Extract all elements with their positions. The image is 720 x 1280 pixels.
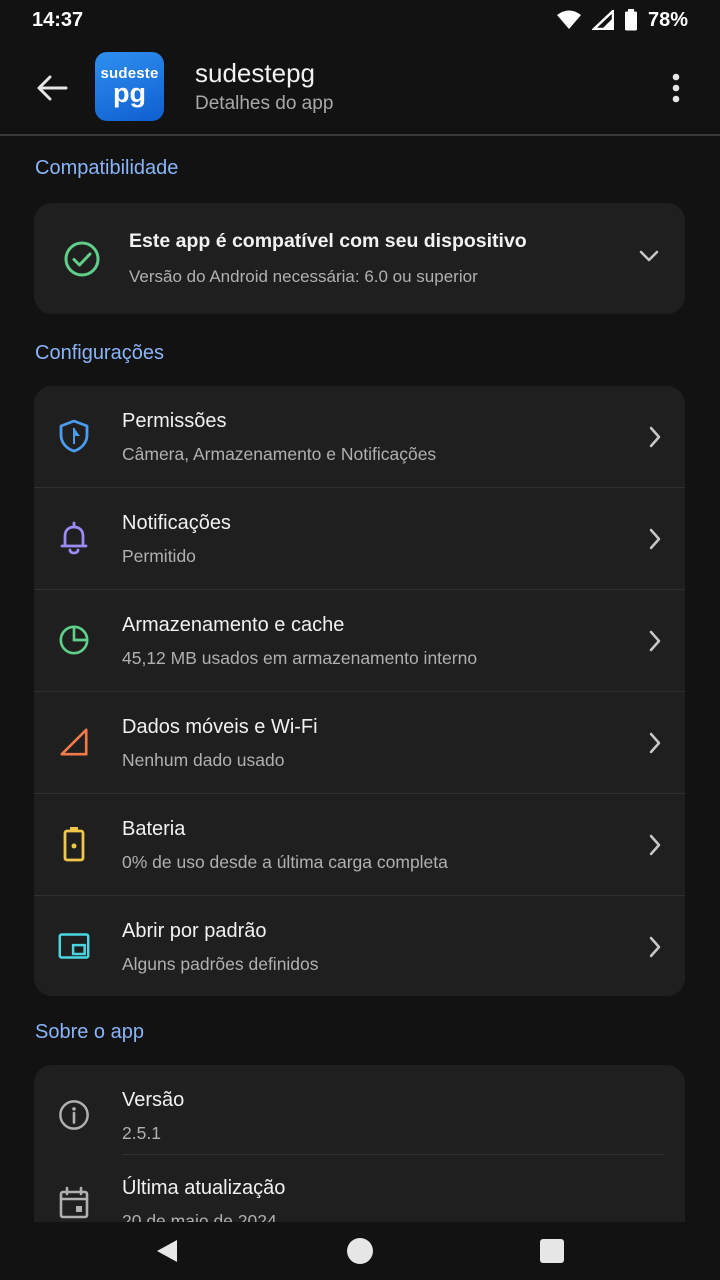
shield-icon xyxy=(58,419,90,453)
battery-percent: 78% xyxy=(647,8,688,31)
battery-status-icon xyxy=(624,9,637,31)
status-time: 14:37 xyxy=(32,8,84,31)
chevron-right-icon xyxy=(649,936,661,958)
chevron-down-icon[interactable] xyxy=(638,249,660,263)
storage-title: Armazenamento e cache xyxy=(122,614,345,636)
battery-subtitle: 0% de uso desde a última carga completa xyxy=(122,852,448,872)
last-update-title: Última atualização xyxy=(122,1177,286,1199)
settings-row-data[interactable]: Dados móveis e Wi-Fi Nenhum dado usado xyxy=(34,692,685,794)
notifications-title: Notificações xyxy=(122,512,231,534)
battery-title: Bateria xyxy=(122,818,186,840)
arrow-back-icon xyxy=(37,75,68,101)
nav-home-button[interactable] xyxy=(347,1238,373,1264)
storage-pie-icon xyxy=(58,623,90,657)
section-title-about: Sobre o app xyxy=(35,1021,144,1043)
check-circle-icon xyxy=(64,241,100,277)
navigation-bar xyxy=(0,1222,720,1280)
version-value: 2.5.1 xyxy=(122,1123,161,1143)
permissions-title: Permissões xyxy=(122,410,227,432)
notifications-subtitle: Permitido xyxy=(122,546,196,566)
back-button[interactable] xyxy=(30,66,74,110)
compat-title: Este app é compatível com seu dispositiv… xyxy=(129,230,527,252)
chevron-right-icon xyxy=(649,834,661,856)
bell-icon xyxy=(58,521,90,555)
settings-row-open-default[interactable]: Abrir por padrão Alguns padrões definido… xyxy=(34,896,685,996)
info-icon xyxy=(58,1098,90,1132)
app-bar: sudeste pg sudestepg Detalhes do app xyxy=(0,40,720,135)
more-options-button[interactable] xyxy=(656,66,696,110)
app-title: sudestepg xyxy=(195,58,315,88)
data-usage-icon xyxy=(58,725,90,759)
section-title-compat: Compatibilidade xyxy=(35,157,179,179)
chevron-right-icon xyxy=(649,528,661,550)
compat-card[interactable]: Este app é compatível com seu dispositiv… xyxy=(34,203,685,314)
app-subtitle: Detalhes do app xyxy=(195,93,334,114)
more-vert-icon xyxy=(672,73,680,103)
section-title-settings: Configurações xyxy=(35,342,164,364)
appbar-divider xyxy=(0,134,720,136)
open-by-default-icon xyxy=(58,929,90,963)
status-icons: 78% xyxy=(556,9,688,32)
open-default-title: Abrir por padrão xyxy=(122,920,267,942)
data-subtitle: Nenhum dado usado xyxy=(122,750,285,770)
version-title: Versão xyxy=(122,1089,185,1111)
data-title: Dados móveis e Wi-Fi xyxy=(122,716,318,738)
wifi-icon xyxy=(556,10,581,29)
nav-recents-button[interactable] xyxy=(540,1239,564,1263)
compat-subtitle: Versão do Android necessária: 6.0 ou sup… xyxy=(129,267,478,286)
settings-row-battery[interactable]: Bateria 0% de uso desde a última carga c… xyxy=(34,794,685,896)
signal-icon xyxy=(591,10,614,30)
chevron-right-icon xyxy=(649,426,661,448)
app-icon: sudeste pg xyxy=(95,52,164,121)
storage-subtitle: 45,12 MB usados em armazenamento interno xyxy=(122,648,478,668)
status-bar: 14:37 78% xyxy=(0,0,720,40)
chevron-right-icon xyxy=(649,732,661,754)
chevron-right-icon xyxy=(649,630,661,652)
nav-back-icon[interactable] xyxy=(155,1238,179,1264)
settings-card: Permissões Câmera, Armazenamento e Notif… xyxy=(34,386,685,996)
about-row-version[interactable]: Versão 2.5.1 xyxy=(34,1065,685,1167)
open-default-subtitle: Alguns padrões definidos xyxy=(122,954,319,974)
battery-icon xyxy=(58,827,90,862)
app-icon-line2: pg xyxy=(113,78,146,108)
settings-row-storage[interactable]: Armazenamento e cache 45,12 MB usados em… xyxy=(34,590,685,692)
calendar-icon xyxy=(58,1186,90,1220)
permissions-subtitle: Câmera, Armazenamento e Notificações xyxy=(122,444,437,464)
settings-row-notifications[interactable]: Notificações Permitido xyxy=(34,488,685,590)
about-card: Versão 2.5.1 Última atualização 20 de ma… xyxy=(34,1065,685,1245)
settings-row-permissions[interactable]: Permissões Câmera, Armazenamento e Notif… xyxy=(34,386,685,488)
